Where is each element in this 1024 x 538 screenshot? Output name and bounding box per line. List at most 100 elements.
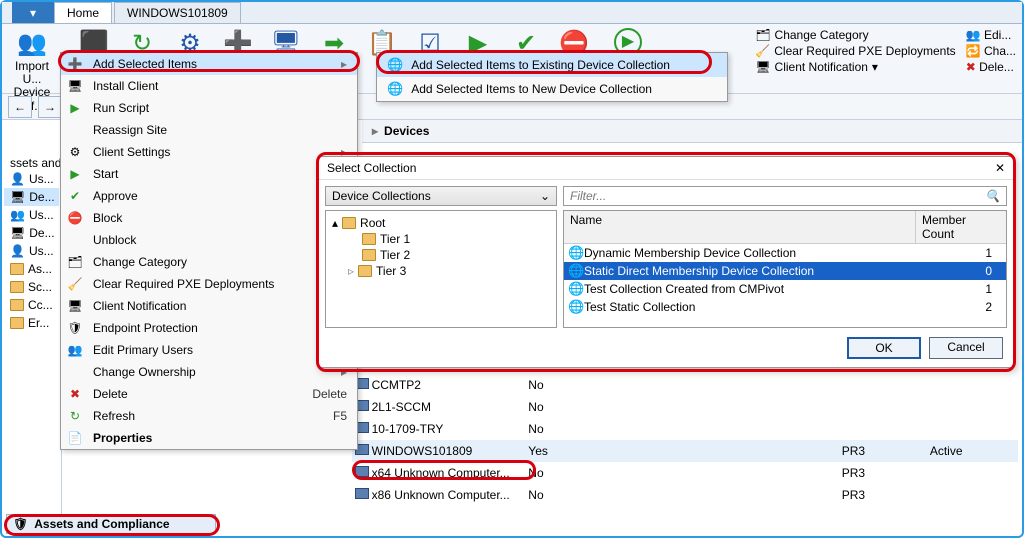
device-row[interactable]: 2L1-SCCMNo <box>352 396 1018 418</box>
computer-icon <box>352 488 372 502</box>
search-icon: 🔍 <box>985 189 1000 203</box>
context-menu[interactable]: ➕Add Selected Items▸🖥Install Client▶Run … <box>60 52 358 450</box>
sidebar-node[interactable]: 🖥De... <box>4 188 59 206</box>
edit-button[interactable]: 👥 Edi... <box>966 28 1016 42</box>
menu-label: Change Ownership <box>93 365 331 379</box>
menu-label: Install Client <box>93 79 347 93</box>
context-menu-item[interactable]: 👥Edit Primary Users <box>61 339 357 361</box>
ok-button[interactable]: OK <box>847 337 921 359</box>
collection-row[interactable]: 🌐Static Direct Membership Device Collect… <box>564 262 1006 280</box>
devices-panel-header: ▸Devices <box>362 120 1022 143</box>
context-menu-item[interactable]: 📄Properties <box>61 427 357 449</box>
sidebar-node[interactable]: Cc... <box>4 296 59 314</box>
tab-home[interactable]: Home <box>54 2 112 23</box>
context-menu-item[interactable]: Unblock <box>61 229 357 251</box>
collection-icon: 🌐 <box>387 81 403 97</box>
sidebar-node[interactable]: Er... <box>4 314 59 332</box>
collection-row[interactable]: 🌐Test Static Collection2 <box>564 298 1006 316</box>
tab-device[interactable]: WINDOWS101809 <box>114 2 241 23</box>
client-notification-button[interactable]: 🖥Client Notification ▾ <box>755 60 955 74</box>
submenu-add-new[interactable]: 🌐 Add Selected Items to New Device Colle… <box>377 77 727 101</box>
delete-button[interactable]: ✖ Dele... <box>966 60 1016 74</box>
collection-list[interactable]: Name Member Count 🌐Dynamic Membership De… <box>563 210 1007 328</box>
tree-sidebar[interactable]: 🖥Ove... 👤Us... 🖥De... 👥Us... 🖥De... 👤Us.… <box>2 120 62 514</box>
folder-icon <box>362 233 376 245</box>
context-menu-item[interactable]: ➕ Add Selected Items ▸ <box>61 53 357 75</box>
close-icon[interactable]: ✕ <box>995 161 1005 175</box>
menu-icon: 🖥 <box>67 299 83 313</box>
app-menu-dropdown[interactable]: ▾ <box>12 2 54 23</box>
submenu-add-existing[interactable]: 🌐 Add Selected Items to Existing Device … <box>377 53 727 77</box>
column-member-count[interactable]: Member Count <box>916 211 1006 243</box>
change-button[interactable]: 🔁 Cha... <box>966 44 1016 58</box>
menu-icon: 👥 <box>67 343 83 357</box>
collection-icon: 🌐 <box>568 263 584 279</box>
context-menu-item[interactable]: Reassign Site <box>61 119 357 141</box>
menu-icon: ▶ <box>67 101 83 115</box>
context-menu-item[interactable]: 🗂Change Category <box>61 251 357 273</box>
sidebar-node[interactable]: 👥Us... <box>4 206 59 224</box>
collection-tree[interactable]: ▴Root Tier 1 Tier 2 ▹Tier 3 <box>325 210 557 328</box>
menu-icon: 📄 <box>67 431 83 445</box>
menu-label: Client Settings <box>93 145 331 159</box>
device-row[interactable]: CCMTP2No <box>352 374 1018 396</box>
menu-icon: ↻ <box>67 409 83 423</box>
context-menu-item[interactable]: ▶Run Script <box>61 97 357 119</box>
menu-label: Add Selected Items <box>93 57 331 71</box>
nav-forward-button[interactable]: → <box>38 96 62 118</box>
context-menu-item[interactable]: 🛡Endpoint Protection▸ <box>61 317 357 339</box>
collection-row[interactable]: 🌐Dynamic Membership Device Collection1 <box>564 244 1006 262</box>
filter-input[interactable]: Filter... 🔍 <box>563 186 1007 206</box>
sidebar-node[interactable]: 🖥De... <box>4 224 59 242</box>
change-category-button[interactable]: 🗂Change Category <box>755 28 955 42</box>
context-menu-item[interactable]: 🖥Install Client <box>61 75 357 97</box>
context-menu-item[interactable]: ▶Start▸ <box>61 163 357 185</box>
collection-row[interactable]: 🌐Test Collection Created from CMPivot1 <box>564 280 1006 298</box>
menu-label: Client Notification <box>93 299 331 313</box>
sidebar-node[interactable]: 👤Us... <box>4 170 59 188</box>
collection-type-combo[interactable]: Device Collections⌄ <box>325 186 557 206</box>
menu-icon: ➕ <box>67 57 83 71</box>
context-menu-item[interactable]: 🧹Clear Required PXE Deployments <box>61 273 357 295</box>
menu-label: Unblock <box>93 233 347 247</box>
menu-icon: ⛔ <box>67 211 83 225</box>
add-selected-items-submenu[interactable]: 🌐 Add Selected Items to Existing Device … <box>376 52 728 102</box>
monitor-icon: 🖥 <box>755 60 770 74</box>
column-name[interactable]: Name <box>564 211 916 243</box>
context-menu-item[interactable]: Change Ownership▸ <box>61 361 357 383</box>
chevron-right-icon: ▸ <box>341 57 347 71</box>
menu-label: Reassign Site <box>93 123 347 137</box>
menu-icon: 🛡 <box>67 321 83 335</box>
dialog-title: Select Collection <box>327 161 416 175</box>
menu-icon: ▶ <box>67 167 83 181</box>
clear-pxe-button[interactable]: 🧹Clear Required PXE Deployments <box>755 44 955 58</box>
device-row[interactable]: 10-1709-TRYNo <box>352 418 1018 440</box>
device-row[interactable]: x86 Unknown Computer...NoPR3 <box>352 484 1018 506</box>
import-icon: 👥 <box>16 28 48 60</box>
sidebar-node[interactable]: Sc... <box>4 278 59 296</box>
context-menu-item[interactable]: ✖DeleteDelete <box>61 383 357 405</box>
chevron-down-icon: ⌄ <box>540 189 550 203</box>
sidebar-node[interactable]: 👤Us... <box>4 242 59 260</box>
assets-and-compliance-footer[interactable]: 🛡 Assets and Compliance <box>6 514 216 534</box>
device-row[interactable]: WINDOWS101809YesPR3Active <box>352 440 1018 462</box>
menu-icon: 🧹 <box>67 277 83 291</box>
context-menu-item[interactable]: ⛔Block <box>61 207 357 229</box>
context-menu-item[interactable]: ✔Approve <box>61 185 357 207</box>
nav-back-button[interactable]: ← <box>8 96 32 118</box>
menu-icon: ✖ <box>67 387 83 401</box>
clear-icon: 🧹 <box>755 44 770 58</box>
folder-icon <box>358 265 372 277</box>
context-menu-item[interactable]: ⚙Client Settings▸ <box>61 141 357 163</box>
context-menu-item[interactable]: 🖥Client Notification▸ <box>61 295 357 317</box>
menu-icon: 🗂 <box>67 255 83 269</box>
sidebar-node[interactable]: As... <box>4 260 59 278</box>
collection-icon: 🌐 <box>568 245 584 261</box>
context-menu-item[interactable]: ↻RefreshF5 <box>61 405 357 427</box>
folder-icon <box>342 217 356 229</box>
cancel-button[interactable]: Cancel <box>929 337 1003 359</box>
select-collection-dialog: Select Collection ✕ Device Collections⌄ … <box>318 156 1014 368</box>
collection-icon: 🌐 <box>568 299 584 315</box>
device-row[interactable]: x64 Unknown Computer...NoPR3 <box>352 462 1018 484</box>
folder-icon <box>362 249 376 261</box>
